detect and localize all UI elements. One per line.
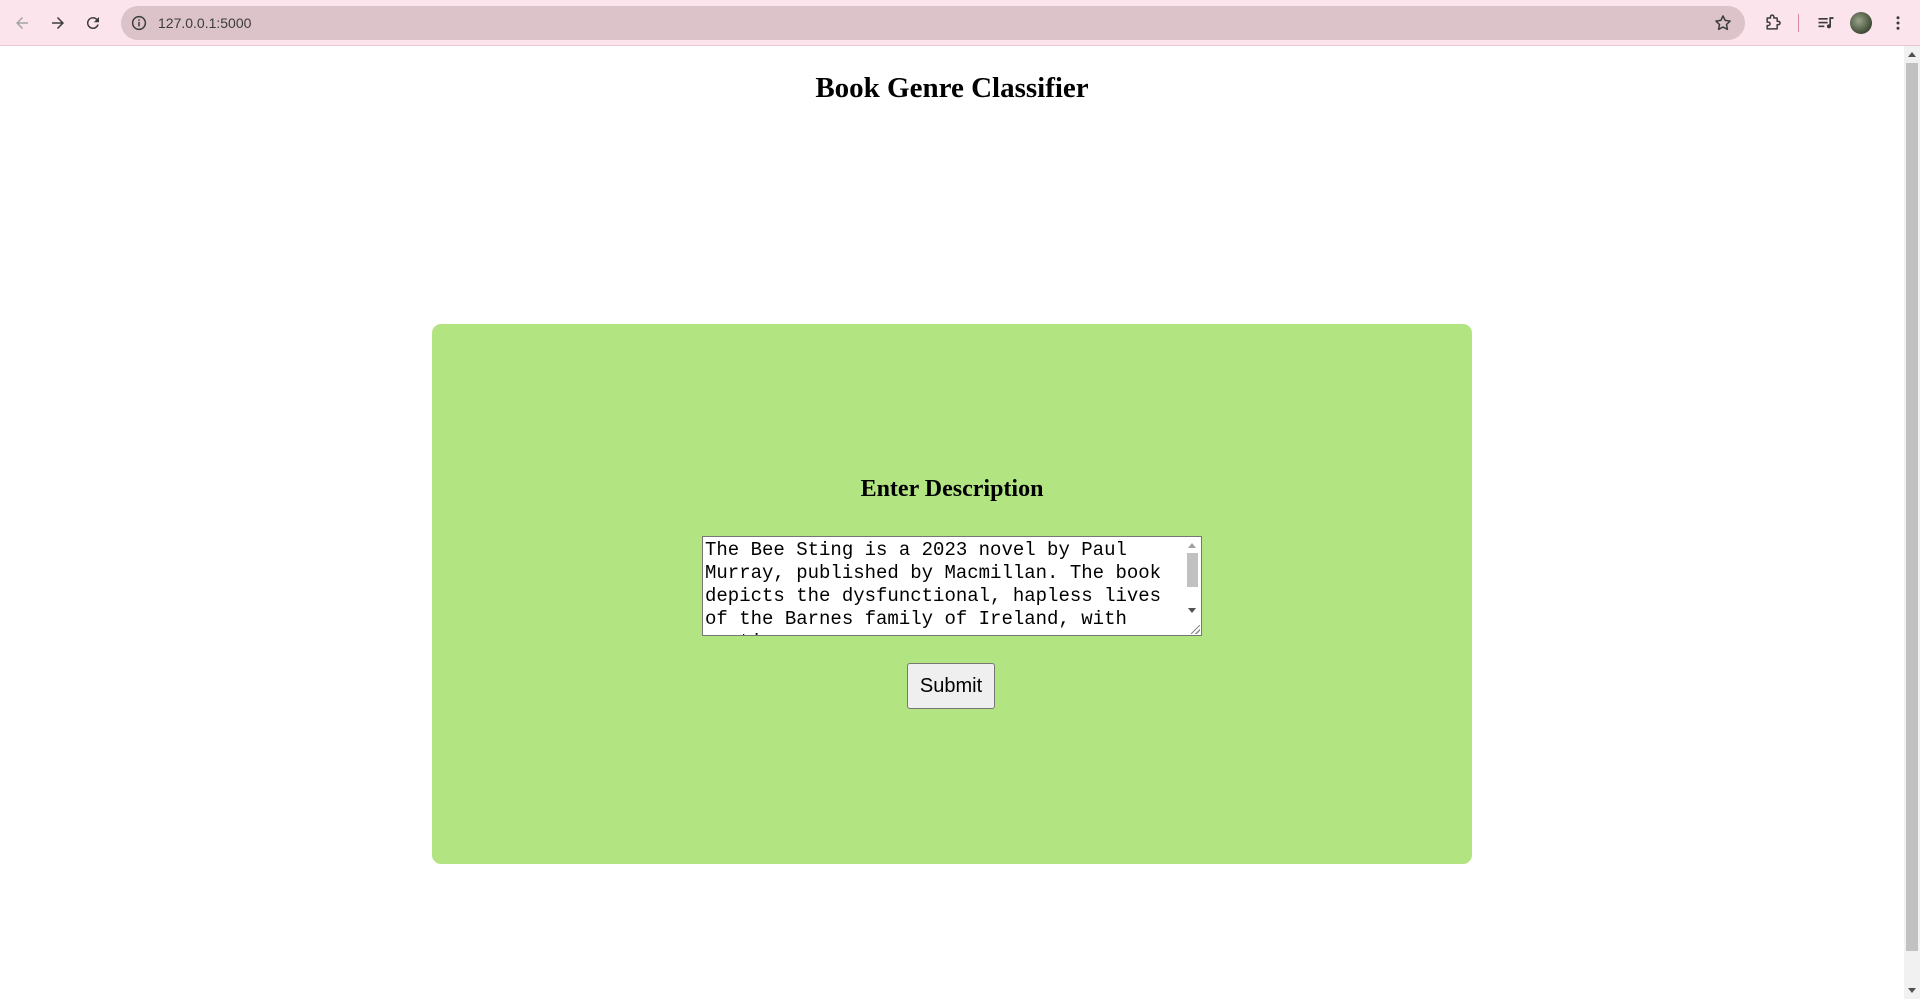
page-scrollbar[interactable] xyxy=(1904,46,1920,999)
page-scroll-up-icon[interactable] xyxy=(1908,52,1916,57)
info-icon[interactable] xyxy=(130,14,148,32)
form-heading: Enter Description xyxy=(860,476,1044,502)
page-title: Book Genre Classifier xyxy=(815,72,1089,104)
reload-icon[interactable] xyxy=(79,9,107,37)
textarea-scroll-thumb[interactable] xyxy=(1187,553,1198,587)
media-queue-icon[interactable] xyxy=(1814,11,1838,35)
resize-handle-icon[interactable] xyxy=(1191,625,1200,634)
scroll-up-arrow-icon[interactable] xyxy=(1188,543,1196,548)
textarea-scrollbar[interactable] xyxy=(1184,537,1201,635)
avatar[interactable] xyxy=(1850,12,1872,34)
puzzle-icon[interactable] xyxy=(1761,11,1785,35)
page-scroll-thumb[interactable] xyxy=(1906,63,1918,951)
url-text[interactable]: 127.0.0.1:5000 xyxy=(158,6,251,40)
address-bar[interactable]: 127.0.0.1:5000 xyxy=(121,6,1745,40)
forward-arrow-icon[interactable] xyxy=(44,9,72,37)
browser-toolbar: 127.0.0.1:5000 xyxy=(0,0,1920,46)
page-scroll-down-icon[interactable] xyxy=(1908,988,1916,993)
kebab-menu-icon[interactable] xyxy=(1886,11,1910,35)
scroll-down-arrow-icon[interactable] xyxy=(1188,608,1196,613)
star-icon[interactable] xyxy=(1713,13,1733,33)
toolbar-divider xyxy=(1798,14,1799,32)
description-textarea-container[interactable]: The Bee Sting is a 2023 novel by Paul Mu… xyxy=(702,536,1202,636)
description-textarea[interactable]: The Bee Sting is a 2023 novel by Paul Mu… xyxy=(703,537,1183,635)
description-form-card: Enter Description The Bee Sting is a 202… xyxy=(432,324,1472,864)
submit-button[interactable]: Submit xyxy=(907,663,995,709)
back-arrow-icon[interactable] xyxy=(8,9,36,37)
